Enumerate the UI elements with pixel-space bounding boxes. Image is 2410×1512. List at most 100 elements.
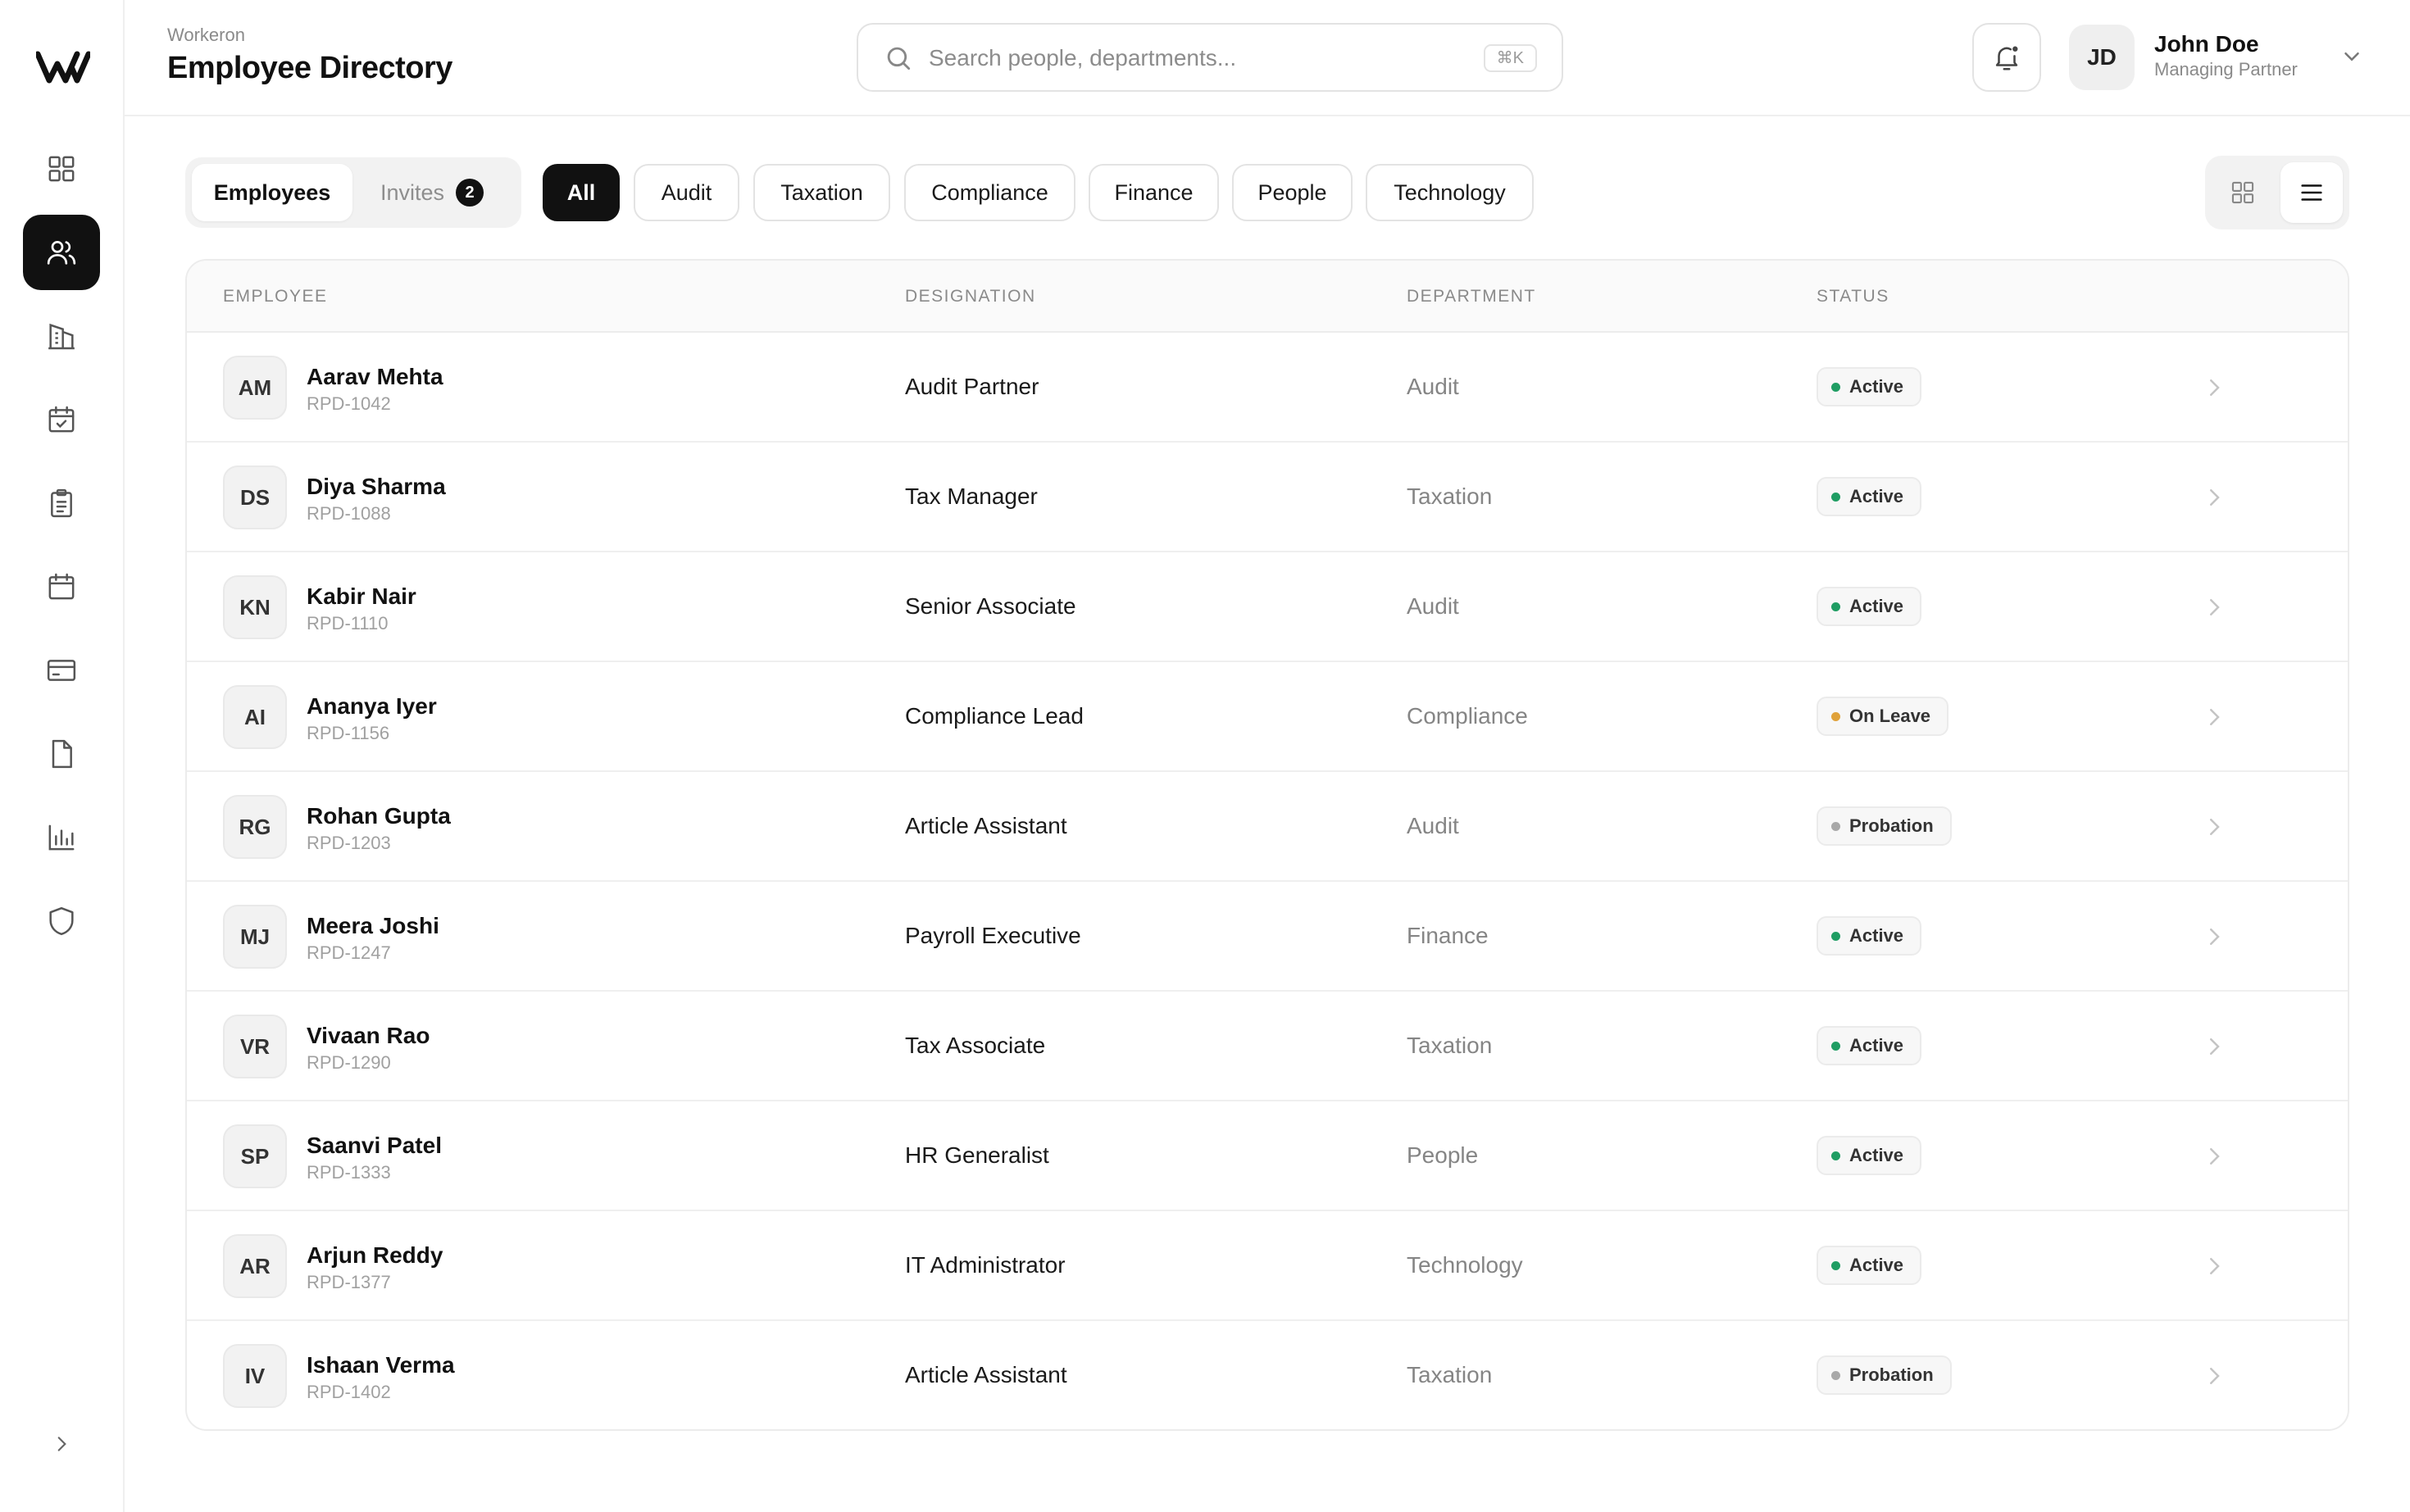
- column-header-employee[interactable]: EMPLOYEE: [223, 287, 328, 306]
- tab-employees[interactable]: Employees: [192, 164, 352, 221]
- employee-avatar: RG: [223, 795, 287, 859]
- employee-designation: Payroll Executive: [905, 923, 1081, 948]
- filter-people[interactable]: People: [1232, 164, 1353, 221]
- column-header-designation[interactable]: DESIGNATION: [905, 287, 1036, 306]
- status-badge: Active: [1817, 367, 1922, 406]
- nav-employees[interactable]: [23, 215, 100, 290]
- employee-department: Audit: [1407, 593, 1459, 619]
- table-row[interactable]: AI Ananya Iyer RPD-1156 Compliance Lead …: [187, 662, 2348, 772]
- status-badge: Active: [1817, 477, 1922, 516]
- table-row[interactable]: AM Aarav Mehta RPD-1042 Audit Partner Au…: [187, 333, 2348, 443]
- tab-switcher: Employees Invites 2: [185, 157, 521, 228]
- table-row[interactable]: KN Kabir Nair RPD-1110 Senior Associate …: [187, 552, 2348, 662]
- employee-avatar: VR: [223, 1015, 287, 1078]
- employee-department: Audit: [1407, 374, 1459, 399]
- status-label: Active: [1849, 376, 1904, 397]
- employee-designation: Compliance Lead: [905, 703, 1084, 729]
- page-title: Employee Directory: [167, 51, 452, 85]
- sidebar: [0, 0, 125, 1512]
- employee-id: RPD-1290: [307, 1052, 391, 1073]
- bell-icon: [1995, 46, 2018, 70]
- grid-icon: [48, 156, 75, 182]
- column-header-status[interactable]: STATUS: [1817, 287, 1889, 306]
- filter-taxation[interactable]: Taxation: [753, 164, 890, 221]
- nav-security[interactable]: [23, 883, 100, 959]
- table-row[interactable]: MJ Meera Joshi RPD-1247 Payroll Executiv…: [187, 882, 2348, 992]
- status-label: Probation: [1849, 1364, 1934, 1385]
- search-icon: [887, 47, 911, 70]
- employee-id: RPD-1333: [307, 1162, 391, 1183]
- employee-name: Ishaan Verma: [307, 1352, 455, 1378]
- nav-tasks[interactable]: [23, 465, 100, 541]
- search-input[interactable]: [929, 39, 1453, 77]
- status-label: Probation: [1849, 815, 1934, 836]
- employee-designation: IT Administrator: [905, 1252, 1066, 1278]
- status-badge: Active: [1817, 587, 1922, 626]
- shield-icon: [49, 906, 74, 936]
- table-row[interactable]: SP Saanvi Patel RPD-1333 HR Generalist P…: [187, 1101, 2348, 1211]
- status-label: Active: [1849, 596, 1904, 616]
- nav-reports[interactable]: [23, 800, 100, 875]
- status-dot: [1831, 712, 1840, 721]
- table-row[interactable]: AR Arjun Reddy RPD-1377 IT Administrator…: [187, 1211, 2348, 1321]
- table-row[interactable]: RG Rohan Gupta RPD-1203 Article Assistan…: [187, 772, 2348, 882]
- list-view-button[interactable]: [2280, 162, 2343, 223]
- chevron-right-icon: [2210, 929, 2220, 945]
- nav-documents[interactable]: [23, 716, 100, 792]
- filter-compliance[interactable]: Compliance: [904, 164, 1075, 221]
- status-dot: [1831, 822, 1840, 831]
- chevron-right-icon: [2210, 1368, 2220, 1384]
- chevron-right-icon: [2210, 709, 2220, 725]
- invites-count-badge: 2: [456, 179, 484, 207]
- nav-attendance[interactable]: [23, 382, 100, 457]
- calendar-icon: [48, 573, 75, 600]
- employee-name: Diya Sharma: [307, 474, 446, 499]
- column-header-department[interactable]: DEPARTMENT: [1407, 287, 1536, 306]
- employee-avatar: IV: [223, 1344, 287, 1408]
- workeron-logo[interactable]: [36, 51, 90, 84]
- status-dot: [1831, 493, 1840, 502]
- chevron-down-icon: [2344, 52, 2359, 61]
- nav-payroll[interactable]: [23, 633, 100, 708]
- employee-department: Taxation: [1407, 1033, 1493, 1058]
- status-label: Active: [1849, 1035, 1904, 1056]
- status-dot: [1831, 932, 1840, 941]
- filter-all[interactable]: All: [543, 164, 620, 221]
- employee-id: RPD-1156: [307, 723, 390, 743]
- user-name: John Doe: [2154, 31, 2259, 57]
- employee-avatar: MJ: [223, 905, 287, 969]
- status-badge: Active: [1817, 1026, 1922, 1065]
- employee-id: RPD-1088: [307, 503, 391, 524]
- tab-employees-label: Employees: [213, 179, 331, 205]
- filter-technology[interactable]: Technology: [1366, 164, 1534, 221]
- employee-designation: HR Generalist: [905, 1142, 1049, 1168]
- employee-designation: Tax Associate: [905, 1033, 1046, 1058]
- table-row[interactable]: DS Diya Sharma RPD-1088 Tax Manager Taxa…: [187, 443, 2348, 552]
- status-dot: [1831, 1042, 1840, 1051]
- expand-sidebar-button[interactable]: [41, 1428, 82, 1460]
- status-badge: Probation: [1817, 1355, 1952, 1395]
- grid-view-button[interactable]: [2212, 162, 2274, 223]
- filter-audit[interactable]: Audit: [634, 164, 739, 221]
- user-menu[interactable]: JD John Doe Managing Partner: [2069, 23, 2397, 92]
- calendar-check-icon: [48, 406, 75, 433]
- tab-invites[interactable]: Invites 2: [380, 164, 512, 221]
- status-dot: [1831, 383, 1840, 392]
- chevron-right-icon: [57, 1437, 66, 1451]
- status-dot: [1831, 602, 1840, 611]
- employee-name: Vivaan Rao: [307, 1023, 430, 1048]
- status-badge: Active: [1817, 1246, 1922, 1285]
- employee-id: RPD-1247: [307, 942, 391, 963]
- clipboard-icon: [51, 488, 72, 518]
- filter-finance[interactable]: Finance: [1089, 164, 1219, 221]
- table-row[interactable]: VR Vivaan Rao RPD-1290 Tax Associate Tax…: [187, 992, 2348, 1101]
- nav-organization[interactable]: [23, 298, 100, 374]
- search-box[interactable]: ⌘K: [857, 23, 1563, 92]
- notifications-button[interactable]: [1972, 23, 2041, 92]
- nav-calendar[interactable]: [23, 549, 100, 624]
- nav-dashboard[interactable]: [23, 131, 100, 207]
- employee-department: Finance: [1407, 923, 1489, 948]
- table-row[interactable]: IV Ishaan Verma RPD-1402 Article Assista…: [187, 1321, 2348, 1429]
- avatar: JD: [2069, 25, 2135, 90]
- employee-avatar: DS: [223, 465, 287, 529]
